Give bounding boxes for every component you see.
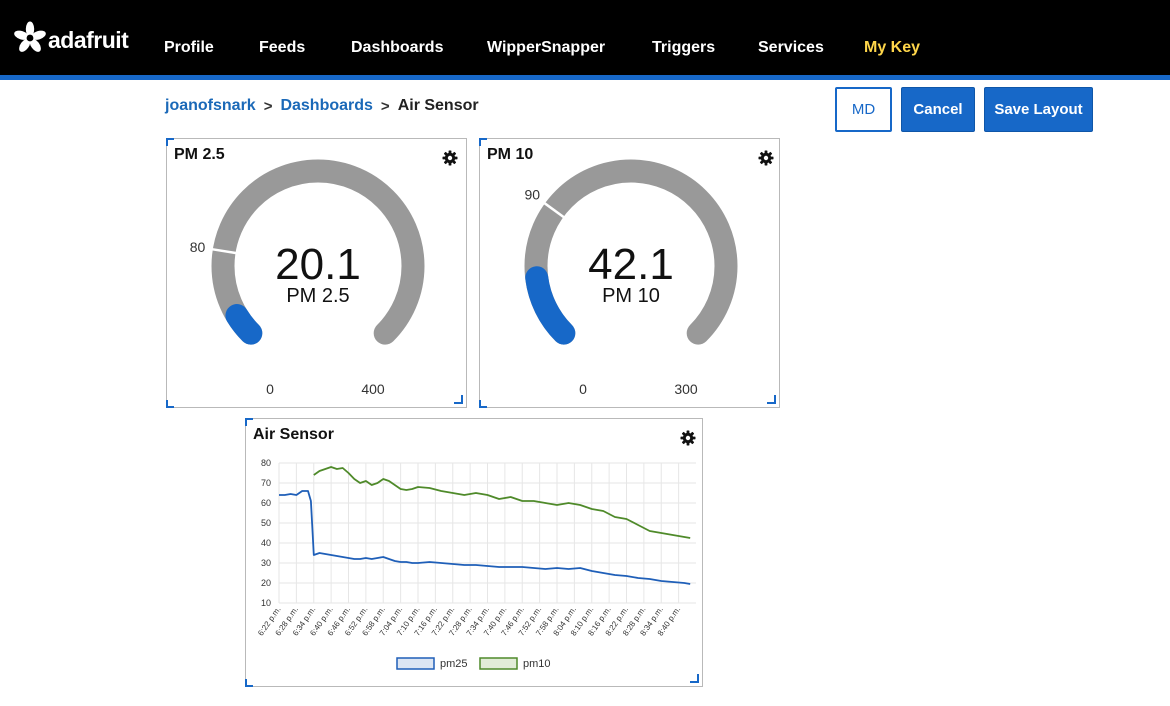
resize-handle[interactable] bbox=[767, 395, 776, 404]
gauge-max-label: 300 bbox=[674, 381, 698, 397]
breadcrumb-current: Air Sensor bbox=[397, 97, 479, 114]
nav-profile[interactable]: Profile bbox=[164, 39, 214, 57]
y-tick-label: 40 bbox=[261, 538, 271, 548]
series-line-pm25 bbox=[279, 490, 691, 585]
gauge-value-arc bbox=[525, 266, 576, 345]
y-tick-label: 10 bbox=[261, 598, 271, 608]
breadcrumb-user-link[interactable]: joanofsnark bbox=[165, 97, 256, 115]
gauge-pm10: 90 0 300 42.1 PM 10 bbox=[525, 159, 738, 397]
gauge-threshold-label: 90 bbox=[525, 186, 541, 202]
y-tick-label: 20 bbox=[261, 578, 271, 588]
resize-handle[interactable] bbox=[690, 674, 699, 683]
save-layout-button[interactable]: Save Layout bbox=[984, 87, 1093, 132]
y-tick-label: 70 bbox=[261, 478, 271, 488]
legend-swatch-pm25 bbox=[396, 657, 435, 670]
breadcrumb-separator: > bbox=[263, 97, 273, 115]
legend-swatch-pm10 bbox=[479, 657, 518, 670]
top-nav: adafruit Profile Feeds Dashboards Wipper… bbox=[0, 0, 1170, 75]
y-tick-label: 30 bbox=[261, 558, 271, 568]
gauge-pm25: 80 0 400 20.1 PM 2.5 bbox=[190, 159, 425, 397]
gauge-value-arc bbox=[225, 304, 263, 345]
nav-dashboards[interactable]: Dashboards bbox=[351, 39, 443, 57]
gauge-panel-pm10[interactable]: PM 10 90 0 300 42.1 PM 10 bbox=[479, 138, 780, 408]
gauge-min-label: 0 bbox=[266, 381, 274, 397]
gauge-value: 42.1 bbox=[588, 240, 674, 289]
legend-label-pm10: pm10 bbox=[523, 658, 551, 670]
gauge-min-label: 0 bbox=[579, 381, 587, 397]
gauge-panel-pm25[interactable]: PM 2.5 80 0 400 20.1 PM 2.5 bbox=[166, 138, 467, 408]
nav-triggers[interactable]: Triggers bbox=[652, 39, 715, 57]
gauge-threshold-label: 80 bbox=[190, 239, 206, 255]
gauge-value: 20.1 bbox=[275, 240, 361, 289]
breadcrumb: joanofsnark > Dashboards > Air Sensor bbox=[165, 97, 479, 115]
nav-services[interactable]: Services bbox=[758, 39, 824, 57]
legend-label-pm25: pm25 bbox=[440, 658, 468, 670]
gauge-label: PM 2.5 bbox=[286, 285, 349, 307]
nav-accent-stripe bbox=[0, 75, 1170, 80]
adafruit-logo[interactable]: adafruit bbox=[13, 18, 129, 58]
gauge-max-label: 400 bbox=[361, 381, 385, 397]
y-tick-label: 50 bbox=[261, 518, 271, 528]
resize-handle[interactable] bbox=[454, 395, 463, 404]
y-tick-label: 60 bbox=[261, 498, 271, 508]
logo-text: adafruit bbox=[48, 26, 129, 53]
cancel-button[interactable]: Cancel bbox=[901, 87, 975, 132]
nav-wippersnapper[interactable]: WipperSnapper bbox=[487, 39, 605, 57]
y-tick-label: 80 bbox=[261, 458, 271, 468]
air-sensor-line-chart: 10203040506070806:22 p.m.6:28 p.m.6:34 p… bbox=[256, 458, 696, 670]
breadcrumb-dashboards-link[interactable]: Dashboards bbox=[280, 97, 372, 115]
nav-my-key[interactable]: My Key bbox=[864, 39, 920, 57]
nav-feeds[interactable]: Feeds bbox=[259, 39, 305, 57]
layout-size-button[interactable]: MD bbox=[835, 87, 892, 132]
adafruit-flower-icon bbox=[14, 21, 46, 52]
gauge-label: PM 10 bbox=[602, 285, 660, 307]
breadcrumb-separator: > bbox=[380, 97, 390, 115]
line-chart-panel[interactable]: Air Sensor 10 20 30 40 50 60 70 80 6:22 p.m. 6:28… bbox=[245, 418, 703, 687]
